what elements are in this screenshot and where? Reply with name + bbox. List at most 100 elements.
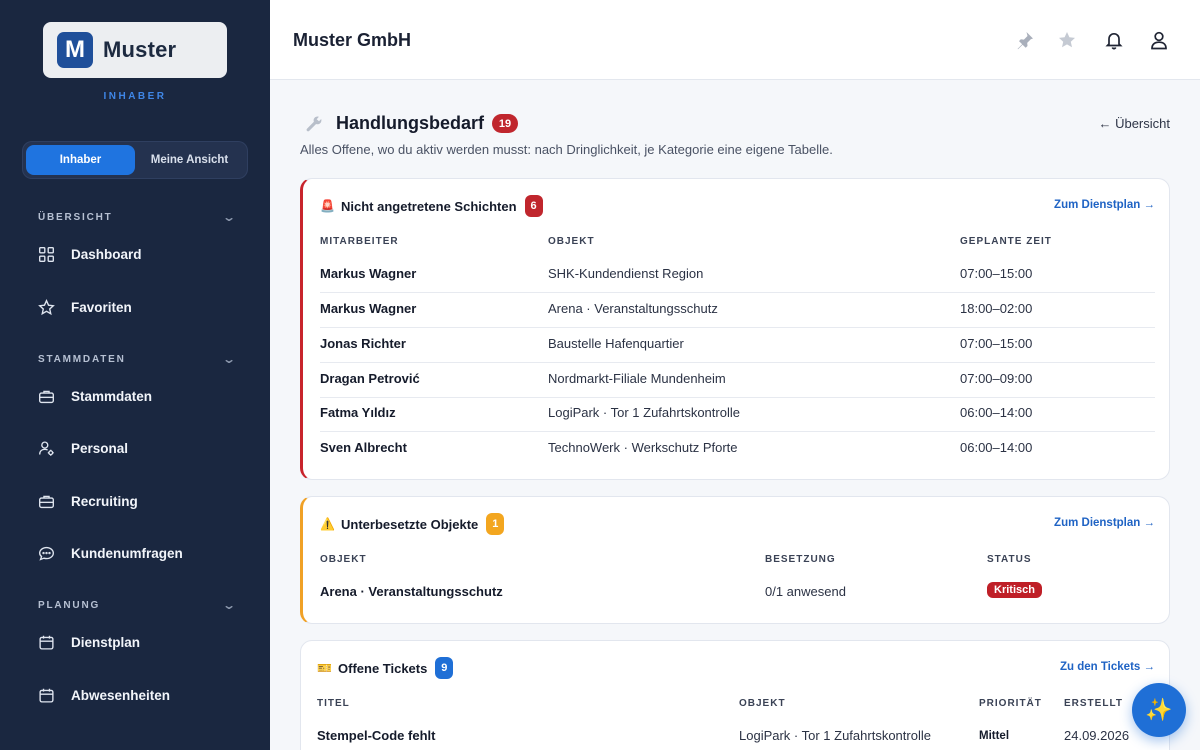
table-row[interactable]: Sven Albrecht TechnoWerk · Werkschutz Pf… bbox=[320, 432, 1155, 467]
column-header[interactable]: OBJEKT bbox=[320, 554, 367, 565]
understaffed-objects-card: ⚠️ Unterbesetzte Objekte 1 Zum Dienstpla… bbox=[300, 496, 1170, 624]
object-cell: Nordmarkt-Filiale Mundenheim bbox=[548, 371, 726, 386]
go-to-shift-plan-link[interactable]: Zum Dienstplan → bbox=[1054, 517, 1155, 529]
sidebar-item-recruiting[interactable]: Recruiting bbox=[38, 493, 138, 510]
role-label: INHABER bbox=[103, 91, 167, 102]
column-header[interactable]: ERSTELLT bbox=[1064, 698, 1123, 709]
sidebar-item-absences[interactable]: Abwesenheiten bbox=[38, 687, 170, 704]
sidebar-item-shift-plan[interactable]: Dienstplan bbox=[38, 634, 140, 651]
sidebar-item-label: Abwesenheiten bbox=[71, 688, 171, 703]
column-header[interactable]: BESETZUNG bbox=[765, 554, 836, 565]
time-cell: 06:00–14:00 bbox=[960, 440, 1033, 455]
column-header[interactable]: STATUS bbox=[987, 554, 1032, 565]
company-name: Muster GmbH bbox=[293, 30, 412, 50]
brand-logo[interactable]: M Muster bbox=[43, 22, 227, 78]
brand-name: Muster bbox=[103, 37, 177, 62]
grid-icon bbox=[39, 247, 54, 262]
time-cell: 18:00–02:00 bbox=[960, 301, 1033, 316]
table-row[interactable]: Markus Wagner Arena · Veranstaltungsschu… bbox=[320, 293, 1155, 328]
table-row[interactable]: Markus Wagner SHK-Kundendienst Region 07… bbox=[320, 258, 1155, 293]
priority-cell: Mittel bbox=[979, 730, 1010, 742]
nav-section-master-data[interactable]: STAMMDATEN ⌄ bbox=[38, 352, 237, 366]
missed-shifts-card: 🚨 Nicht angetretene Schichten 6 Zum Dien… bbox=[300, 178, 1170, 480]
table-row[interactable]: Jonas Richter Baustelle Hafenquartier 07… bbox=[320, 328, 1155, 363]
sidebar-item-dashboard[interactable]: Dashboard bbox=[38, 246, 142, 263]
employee-cell: Jonas Richter bbox=[320, 336, 406, 351]
created-cell: 24.09.2026 bbox=[1064, 728, 1130, 743]
time-cell: 06:00–14:00 bbox=[960, 405, 1033, 420]
wrench-icon bbox=[306, 116, 322, 131]
object-cell: Arena · Veranstaltungsschutz bbox=[320, 584, 503, 599]
staffing-cell: 0/1 anwesend bbox=[765, 584, 846, 599]
status-badge: Kritisch bbox=[987, 582, 1042, 598]
table-row[interactable]: Stempel-Code fehlt LogiPark · Tor 1 Zufa… bbox=[317, 720, 1152, 750]
object-cell: TechnoWerk · Werkschutz Pforte bbox=[548, 440, 738, 455]
card-header: 🚨 Nicht angetretene Schichten 6 bbox=[320, 195, 543, 217]
open-tickets-card: 🎫 Offene Tickets 9 Zu den Tickets → TITE… bbox=[300, 640, 1170, 750]
time-cell: 07:00–15:00 bbox=[960, 266, 1033, 281]
page-title: Handlungsbedarf bbox=[336, 113, 485, 133]
table-row[interactable]: Arena · Veranstaltungsschutz 0/1 anwesen… bbox=[320, 576, 1155, 611]
employee-cell: Fatma Yıldız bbox=[320, 405, 396, 420]
employee-cell: Markus Wagner bbox=[320, 301, 417, 316]
count-badge: 9 bbox=[435, 657, 454, 679]
title-cell: Stempel-Code fehlt bbox=[317, 728, 436, 743]
card-title: Offene Tickets bbox=[338, 660, 428, 676]
card-title: Nicht angetretene Schichten bbox=[341, 198, 517, 214]
nav-section-overview[interactable]: ÜBERSICHT ⌄ bbox=[38, 210, 237, 224]
object-cell: SHK-Kundendienst Region bbox=[548, 266, 704, 281]
ticket-icon: 🎫 bbox=[317, 661, 332, 675]
employee-cell: Sven Albrecht bbox=[320, 440, 407, 455]
count-badge: 1 bbox=[486, 513, 505, 535]
sidebar-item-customer-surveys[interactable]: Kundenumfragen bbox=[38, 545, 183, 562]
briefcase-icon bbox=[39, 495, 54, 509]
column-header[interactable]: MITARBEITER bbox=[320, 236, 399, 247]
card-header: ⚠️ Unterbesetzte Objekte 1 bbox=[320, 513, 505, 535]
column-header[interactable]: TITEL bbox=[317, 698, 350, 709]
star-icon bbox=[38, 299, 55, 316]
sidebar: M Muster INHABER Inhaber Meine Ansicht Ü… bbox=[0, 0, 270, 750]
sidebar-item-label: Dashboard bbox=[71, 247, 142, 262]
go-to-shift-plan-link[interactable]: Zum Dienstplan → bbox=[1054, 199, 1155, 211]
chevron-down-icon: ⌄ bbox=[221, 210, 237, 224]
chevron-down-icon: ⌄ bbox=[221, 352, 237, 366]
assistant-fab-button[interactable]: ✨ bbox=[1132, 683, 1186, 737]
logo-mark-icon: M bbox=[57, 32, 93, 68]
bell-icon[interactable] bbox=[1104, 30, 1124, 50]
employee-cell: Markus Wagner bbox=[320, 266, 417, 281]
employee-cell: Dragan Petrović bbox=[320, 371, 420, 386]
nav-section-label: ÜBERSICHT bbox=[38, 211, 113, 223]
table-row[interactable]: Fatma Yıldız LogiPark · Tor 1 Zufahrtsko… bbox=[320, 397, 1155, 432]
sidebar-item-personnel[interactable]: Personal bbox=[38, 440, 128, 457]
column-header[interactable]: GEPLANTE ZEIT bbox=[960, 236, 1052, 247]
go-to-tickets-link[interactable]: Zu den Tickets → bbox=[1060, 661, 1155, 673]
toggle-owner-view[interactable]: Inhaber bbox=[26, 145, 135, 175]
column-header[interactable]: PRIORITÄT bbox=[979, 698, 1042, 709]
column-header[interactable]: OBJEKT bbox=[548, 236, 595, 247]
card-title: Unterbesetzte Objekte bbox=[341, 516, 479, 532]
column-header[interactable]: OBJEKT bbox=[739, 698, 786, 709]
time-cell: 07:00–09:00 bbox=[960, 371, 1033, 386]
chat-bubble-icon bbox=[39, 546, 54, 561]
calendar-icon bbox=[39, 688, 54, 703]
sidebar-item-favorites[interactable]: Favoriten bbox=[38, 299, 132, 316]
page-title-row: Handlungsbedarf 19 bbox=[304, 113, 519, 134]
calendar-icon bbox=[39, 635, 54, 650]
back-to-overview-link[interactable]: ← Übersicht bbox=[1098, 116, 1170, 131]
user-cog-icon bbox=[39, 441, 54, 456]
view-toggle: Inhaber Meine Ansicht bbox=[22, 141, 248, 179]
top-header: Muster GmbH bbox=[270, 0, 1200, 80]
pin-icon[interactable] bbox=[1015, 30, 1035, 50]
nav-section-label: PLANUNG bbox=[38, 599, 101, 611]
sidebar-item-label: Stammdaten bbox=[71, 389, 153, 404]
star-icon[interactable] bbox=[1057, 30, 1077, 50]
sidebar-item-master-data[interactable]: Stammdaten bbox=[38, 388, 152, 405]
object-cell: LogiPark · Tor 1 Zufahrtskontrolle bbox=[548, 405, 740, 420]
table-row[interactable]: Dragan Petrović Nordmarkt-Filiale Munden… bbox=[320, 363, 1155, 398]
user-icon[interactable] bbox=[1149, 30, 1169, 50]
briefcase-icon bbox=[39, 390, 54, 404]
card-header: 🎫 Offene Tickets 9 bbox=[317, 657, 454, 679]
nav-section-label: STAMMDATEN bbox=[38, 353, 126, 365]
nav-section-planning[interactable]: PLANUNG ⌄ bbox=[38, 598, 236, 612]
toggle-my-view[interactable]: Meine Ansicht bbox=[135, 145, 244, 175]
